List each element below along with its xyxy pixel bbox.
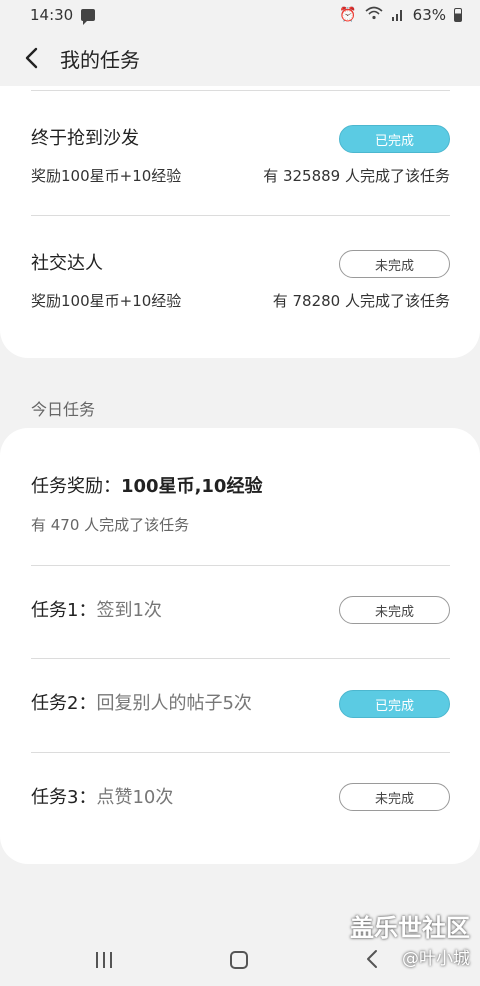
divider xyxy=(31,658,450,659)
subtask-1: 任务1：签到1次 xyxy=(31,596,162,622)
recent-apps-icon[interactable] xyxy=(96,952,112,968)
today-reward-headline: 任务奖励：100星币,10经验 xyxy=(31,472,262,498)
status-left: 14:30 xyxy=(30,6,96,25)
system-nav-bar xyxy=(0,936,480,986)
task-status-badge: 已完成 xyxy=(339,125,450,153)
task-completion-count: 有 78280 人完成了该任务 xyxy=(272,292,450,310)
battery-icon xyxy=(454,8,462,22)
subtask-status-badge: 未完成 xyxy=(339,783,450,811)
subtask-label: 任务1： xyxy=(31,600,97,621)
subtask-status-badge: 已完成 xyxy=(339,690,450,718)
divider xyxy=(31,215,450,216)
divider xyxy=(31,90,450,91)
section-label-today: 今日任务 xyxy=(31,400,96,419)
subtask-3: 任务3：点赞10次 xyxy=(31,783,173,809)
divider xyxy=(31,752,450,753)
nav-back-icon[interactable] xyxy=(366,949,378,973)
subtask-desc: 点赞10次 xyxy=(96,787,174,808)
battery-percent: 63% xyxy=(412,6,446,24)
task-completion-count: 有 325889 人完成了该任务 xyxy=(263,167,450,185)
task-reward: 奖励100星币+10经验 xyxy=(31,292,182,310)
signal-icon xyxy=(391,7,405,24)
wifi-icon xyxy=(365,6,383,24)
today-task-card: 任务奖励：100星币,10经验 有 470 人完成了该任务 任务1：签到1次 未… xyxy=(0,428,480,864)
task-reward: 奖励100星币+10经验 xyxy=(31,167,182,185)
home-icon[interactable] xyxy=(230,951,248,969)
alarm-icon: ⏰ xyxy=(339,7,357,23)
task-name: 社交达人 xyxy=(31,253,103,274)
subtask-2: 任务2：回复别人的帖子5次 xyxy=(31,689,252,715)
reward-label: 任务奖励： xyxy=(31,476,121,497)
subtask-label: 任务2： xyxy=(31,693,97,714)
page-title: 我的任务 xyxy=(60,47,140,72)
subtask-desc: 回复别人的帖子5次 xyxy=(96,693,252,714)
task-name: 终于抢到沙发 xyxy=(31,128,139,149)
achievement-card: 终于抢到沙发 已完成 奖励100星币+10经验 有 325889 人完成了该任务… xyxy=(0,86,480,358)
subtask-desc: 签到1次 xyxy=(96,600,162,621)
today-completion-count: 有 470 人完成了该任务 xyxy=(31,516,190,534)
task-status-badge: 未完成 xyxy=(339,250,450,278)
back-arrow-icon[interactable] xyxy=(18,44,46,72)
status-right: ⏰ 63% xyxy=(339,6,462,24)
divider xyxy=(31,565,450,566)
status-bar: 14:30 ⏰ 63% xyxy=(0,0,480,30)
reward-value: 100星币,10经验 xyxy=(121,476,263,497)
status-time: 14:30 xyxy=(30,6,74,24)
subtask-status-badge: 未完成 xyxy=(339,596,450,624)
message-icon xyxy=(81,9,96,25)
subtask-label: 任务3： xyxy=(31,787,97,808)
app-header: 我的任务 xyxy=(0,30,480,86)
